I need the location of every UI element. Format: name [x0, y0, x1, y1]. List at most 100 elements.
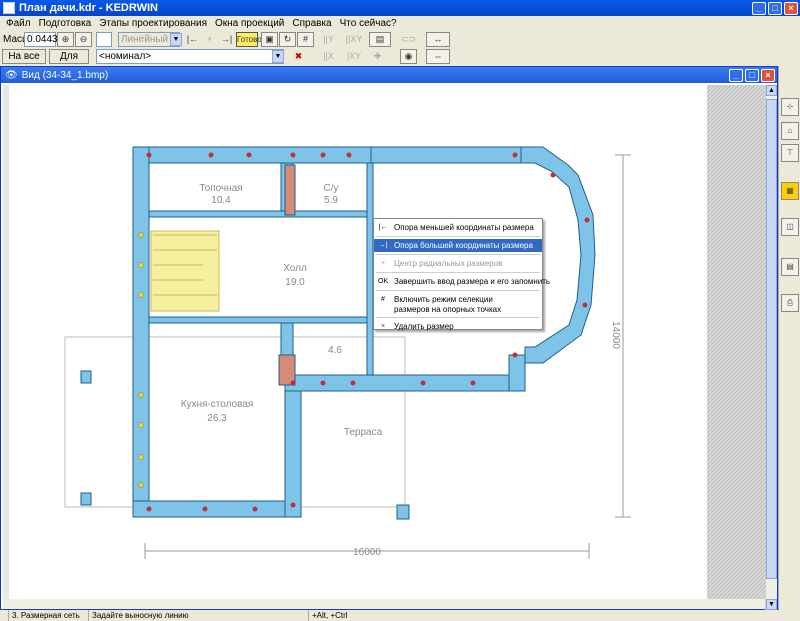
room-label-kitchen: Кухня-столовая	[181, 399, 254, 410]
dim-right-icon: →|	[378, 242, 388, 249]
align-xy2-icon[interactable]: |XY	[343, 49, 365, 64]
dim-label-vertical: 14000	[610, 321, 621, 349]
status-hint: Задайте выносную линию	[88, 610, 288, 621]
menu-separator	[376, 272, 540, 273]
app-icon	[3, 2, 15, 14]
tool-dims-icon[interactable]: ⊤	[781, 144, 799, 162]
status-stage: 3. Размерная сеть	[8, 610, 88, 621]
link-icon[interactable]: ⊂⊃	[400, 32, 417, 47]
terrace-outline	[64, 336, 406, 508]
menu-windows[interactable]: Окна проекций	[211, 18, 288, 29]
dim-base-icon[interactable]: ⇔	[426, 49, 450, 64]
menu-prepare[interactable]: Подготовка	[35, 18, 96, 29]
scroll-up-icon[interactable]: ▲	[766, 85, 777, 96]
scroll-thumb[interactable]	[766, 99, 777, 579]
room-label-boiler: Топочная	[199, 183, 242, 194]
delete-icon: ×	[380, 323, 386, 330]
tool-section-icon[interactable]: ◫	[781, 218, 799, 236]
menu-file[interactable]: Файл	[2, 18, 35, 29]
tool-palette: ⊹ ⌂ ⊤ ▦ ◫ ▤ ⎙	[778, 66, 800, 610]
grid-icon: #	[381, 296, 385, 303]
menu-separator	[376, 290, 540, 291]
context-menu: |← Опора меньшей координаты размера →| О…	[373, 218, 550, 333]
close-button[interactable]: ×	[784, 1, 798, 15]
dim-mode-select[interactable]: <номинал>	[96, 49, 284, 64]
dim-chain-icon[interactable]: ↔	[426, 32, 450, 47]
menu-stages[interactable]: Этапы проектирования	[95, 18, 211, 29]
toolbar-bottom: На все окно Для всех <номинал> ▼ ✖ ||X |…	[0, 48, 800, 75]
menu-item-radial-center[interactable]: + Центр радиальных размеров	[374, 257, 542, 270]
dim-center-icon[interactable]: +	[201, 32, 218, 47]
menu-bar: Файл Подготовка Этапы проектирования Окн…	[0, 16, 800, 31]
menu-item-delete[interactable]: × Удалить размер	[374, 320, 542, 333]
apply-all-button[interactable]: Для всех	[49, 49, 89, 75]
menu-separator	[376, 317, 540, 318]
floor-plan: Топочная 10.4 С/у 5.9 Холл 19.0 4.6 Кухн…	[3, 85, 767, 599]
room-label-terrace: Терраса	[344, 427, 383, 438]
layer-select[interactable]	[96, 32, 112, 47]
columns	[80, 370, 410, 520]
menu-item-max-coord[interactable]: →| Опора большей координаты размера	[374, 239, 542, 252]
toolbar-top: Масшт 0.0443 ⊕ ⊖ Линейный ▼ |← + →| Гото…	[0, 31, 800, 48]
delete-dim-icon[interactable]: ✖	[290, 49, 307, 64]
chevron-down-icon[interactable]: ▼	[272, 50, 284, 63]
grid-icon[interactable]: #	[297, 32, 314, 47]
document-title: Вид (34-34_1.bmp)	[21, 69, 109, 81]
room-label-hall: Холл	[283, 263, 307, 274]
camera-icon[interactable]: ◉	[400, 49, 417, 64]
fit-window-button[interactable]: На все окно	[2, 49, 46, 75]
room-label-wc: С/у	[324, 183, 339, 194]
eye-icon: 👁	[5, 69, 18, 81]
room-area-hall: 19.0	[285, 277, 305, 288]
dim-label-horizontal: 16000	[353, 547, 381, 558]
zoom-in-icon[interactable]: ⊕	[57, 32, 74, 47]
paper-margin-left	[3, 85, 9, 599]
chevron-down-icon[interactable]: ▼	[170, 33, 182, 46]
room-area-kitchen: 26.3	[207, 413, 227, 424]
menu-item-finish[interactable]: OK Завершить ввод размера и его запомнит…	[374, 275, 550, 288]
align-xy-icon[interactable]: ||XY	[343, 32, 365, 47]
paper-margin	[707, 85, 767, 599]
app-title: План дачи.kdr - KEDRWIN	[19, 2, 158, 14]
drawing-canvas[interactable]: Топочная 10.4 С/у 5.9 Холл 19.0 4.6 Кухн…	[3, 85, 767, 599]
doc-close-button[interactable]: ×	[761, 68, 775, 82]
align-x-icon[interactable]: ||X	[320, 49, 337, 64]
menu-item-min-coord[interactable]: |← Опора меньшей координаты размера	[374, 221, 542, 234]
status-bar: 3. Размерная сеть Задайте выносную линию…	[0, 610, 800, 621]
vertical-scrollbar[interactable]: ▲ ▼	[765, 85, 777, 611]
scroll-down-icon[interactable]: ▼	[766, 599, 777, 610]
room-area-boiler: 10.4	[211, 195, 231, 206]
app-titlebar: План дачи.kdr - KEDRWIN _ □ ×	[0, 0, 800, 16]
status-keys: +Alt, +Ctrl	[308, 610, 428, 621]
maximize-button[interactable]: □	[768, 1, 782, 15]
zoom-out-icon[interactable]: ⊖	[75, 32, 92, 47]
rotate-icon[interactable]: ↻	[279, 32, 296, 47]
crosshair-icon: +	[380, 260, 386, 267]
menu-separator	[376, 236, 540, 237]
select-icon[interactable]: ▣	[261, 32, 278, 47]
doc-minimize-button[interactable]: _	[729, 68, 743, 82]
room-area-vestibule: 4.6	[328, 345, 342, 356]
document-titlebar: 👁 Вид (34-34_1.bmp) _ □ ×	[1, 67, 777, 83]
print-icon[interactable]: ▤	[369, 32, 391, 47]
tool-print-icon[interactable]: ⎙	[781, 294, 799, 312]
align-y-icon[interactable]: ||Y	[320, 32, 337, 47]
doc-maximize-button[interactable]: □	[745, 68, 759, 82]
dim-right-icon[interactable]: →|	[218, 32, 235, 47]
tool-walls-icon[interactable]: ⌂	[781, 122, 799, 140]
tool-layer-icon[interactable]: ▤	[781, 258, 799, 276]
ready-button[interactable]: Готово	[236, 32, 262, 47]
scale-input[interactable]: 0.0443	[24, 32, 58, 47]
dim-left-icon: |←	[378, 224, 388, 231]
minimize-button[interactable]: _	[752, 1, 766, 15]
menu-whatnow[interactable]: Что сейчас?	[336, 18, 401, 29]
cross-icon[interactable]: ✚	[369, 49, 386, 64]
menu-item-selection-mode[interactable]: # Включить режим селекции размеров на опо…	[374, 293, 542, 315]
tool-nodes-icon[interactable]: ⊹	[781, 98, 799, 116]
menu-separator	[376, 254, 540, 255]
menu-help[interactable]: Справка	[288, 18, 335, 29]
horizontal-scrollbar[interactable]	[3, 599, 765, 609]
tool-dimension-icon[interactable]: ▦	[781, 182, 799, 200]
dim-left-icon[interactable]: |←	[184, 32, 201, 47]
document-window: 👁 Вид (34-34_1.bmp) _ □ × Топочная 10.4 …	[0, 66, 778, 611]
